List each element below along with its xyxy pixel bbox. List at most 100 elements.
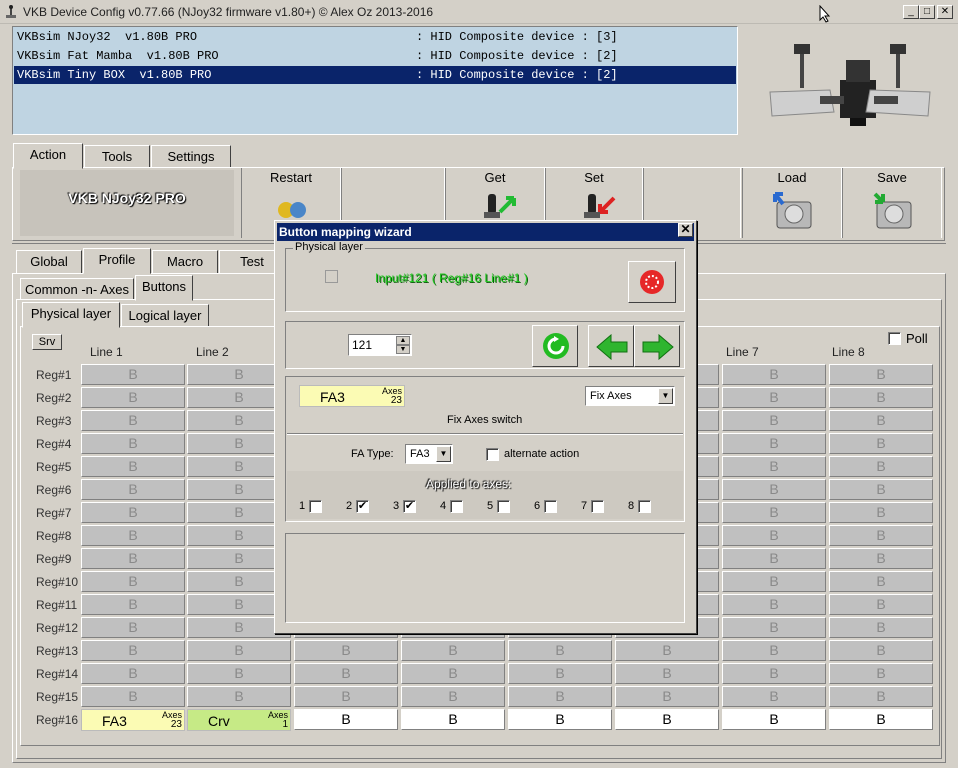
- device-row[interactable]: VKBsim NJoy32 v1.80B PRO: HID Composite …: [14, 28, 736, 46]
- button-cell[interactable]: B: [829, 548, 933, 569]
- input-number-spinner[interactable]: 121 ▲ ▼: [348, 334, 412, 356]
- device-row-selected[interactable]: VKBsim Tiny BOX v1.80B PRO: HID Composit…: [14, 66, 736, 84]
- chevron-down-icon[interactable]: ▼: [658, 388, 673, 404]
- button-cell[interactable]: B: [81, 433, 185, 454]
- tab-macro[interactable]: Macro: [152, 250, 218, 274]
- button-cell[interactable]: B: [829, 387, 933, 408]
- poll-checkbox[interactable]: [888, 332, 901, 345]
- axis-checkbox[interactable]: [450, 500, 463, 513]
- button-cell[interactable]: B: [829, 686, 933, 707]
- button-cell[interactable]: B: [81, 387, 185, 408]
- button-cell[interactable]: B: [722, 502, 826, 523]
- button-cell[interactable]: B: [722, 617, 826, 638]
- axis-checkbox[interactable]: [497, 500, 510, 513]
- button-cell[interactable]: B: [81, 479, 185, 500]
- button-cell[interactable]: B: [829, 525, 933, 546]
- button-cell[interactable]: B: [187, 640, 291, 661]
- button-cell[interactable]: B: [722, 410, 826, 431]
- button-cell[interactable]: B: [508, 686, 612, 707]
- button-cell[interactable]: B: [829, 640, 933, 661]
- function-select[interactable]: Fix Axes ▼: [585, 386, 675, 406]
- device-list[interactable]: VKBsim NJoy32 v1.80B PRO: HID Composite …: [12, 26, 738, 135]
- button-cell[interactable]: B: [722, 548, 826, 569]
- button-cell[interactable]: B: [81, 663, 185, 684]
- axis-checkbox[interactable]: [309, 500, 322, 513]
- physical-layer-checkbox[interactable]: [325, 270, 338, 283]
- button-cell[interactable]: B: [722, 663, 826, 684]
- axis-checkbox[interactable]: [544, 500, 557, 513]
- button-cell[interactable]: B: [829, 410, 933, 431]
- axis-checkbox[interactable]: [591, 500, 604, 513]
- button-cell[interactable]: B: [81, 617, 185, 638]
- save-button[interactable]: Save: [842, 168, 942, 238]
- tab-logical-layer[interactable]: Logical layer: [121, 304, 209, 328]
- button-cell[interactable]: B: [722, 594, 826, 615]
- button-cell[interactable]: B: [615, 640, 719, 661]
- button-cell[interactable]: B: [722, 433, 826, 454]
- tab-settings[interactable]: Settings: [151, 145, 231, 169]
- button-cell[interactable]: B: [508, 663, 612, 684]
- button-cell[interactable]: B: [829, 502, 933, 523]
- button-cell[interactable]: B: [829, 479, 933, 500]
- button-cell[interactable]: B: [81, 640, 185, 661]
- button-cell[interactable]: B: [722, 686, 826, 707]
- tab-buttons[interactable]: Buttons: [135, 275, 193, 301]
- axis-checkbox[interactable]: ✔: [403, 500, 416, 513]
- button-cell[interactable]: B: [294, 663, 398, 684]
- button-cell[interactable]: B: [401, 640, 505, 661]
- load-button[interactable]: Load: [742, 168, 842, 238]
- dialog-close-button[interactable]: ✕: [678, 223, 693, 237]
- button-cell[interactable]: B: [829, 709, 933, 730]
- button-cell[interactable]: B: [81, 571, 185, 592]
- button-cell[interactable]: B: [81, 502, 185, 523]
- alternate-action-checkbox[interactable]: [486, 448, 499, 461]
- button-cell[interactable]: B: [81, 548, 185, 569]
- button-cell[interactable]: B: [81, 364, 185, 385]
- maximize-button[interactable]: □: [919, 5, 935, 19]
- button-cell[interactable]: B: [615, 686, 719, 707]
- tab-tools[interactable]: Tools: [84, 145, 150, 169]
- button-cell[interactable]: B: [722, 364, 826, 385]
- cell-crv[interactable]: Crv Axes 1: [187, 709, 291, 731]
- button-cell[interactable]: B: [187, 663, 291, 684]
- button-cell[interactable]: B: [294, 709, 398, 730]
- button-cell[interactable]: B: [508, 709, 612, 730]
- button-cell[interactable]: B: [294, 686, 398, 707]
- minimize-button[interactable]: _: [903, 5, 919, 19]
- previous-button[interactable]: [588, 325, 634, 367]
- button-cell[interactable]: B: [615, 663, 719, 684]
- button-cell[interactable]: B: [829, 663, 933, 684]
- spinner-down-button[interactable]: ▼: [396, 345, 410, 354]
- srv-button[interactable]: Srv: [32, 334, 62, 350]
- refresh-button[interactable]: [532, 325, 578, 367]
- button-cell[interactable]: B: [722, 479, 826, 500]
- spinner-up-button[interactable]: ▲: [396, 336, 410, 345]
- button-cell[interactable]: B: [722, 571, 826, 592]
- tab-physical-layer[interactable]: Physical layer: [22, 302, 120, 328]
- button-cell[interactable]: B: [187, 686, 291, 707]
- button-cell[interactable]: B: [829, 617, 933, 638]
- button-cell[interactable]: B: [401, 686, 505, 707]
- tab-profile[interactable]: Profile: [83, 248, 151, 274]
- next-button[interactable]: [634, 325, 680, 367]
- axis-checkbox[interactable]: [638, 500, 651, 513]
- button-cell[interactable]: B: [829, 456, 933, 477]
- button-cell[interactable]: B: [829, 433, 933, 454]
- button-cell[interactable]: B: [81, 686, 185, 707]
- button-cell[interactable]: B: [722, 525, 826, 546]
- button-cell[interactable]: B: [81, 456, 185, 477]
- button-cell[interactable]: B: [722, 709, 826, 730]
- cell-fa3[interactable]: FA3 Axes 23: [81, 709, 185, 731]
- button-cell[interactable]: B: [81, 525, 185, 546]
- button-cell[interactable]: B: [722, 640, 826, 661]
- fa-type-select[interactable]: FA3 ▼: [405, 444, 453, 464]
- close-button[interactable]: ✕: [937, 5, 953, 19]
- button-cell[interactable]: B: [615, 709, 719, 730]
- axis-checkbox[interactable]: ✔: [356, 500, 369, 513]
- device-row[interactable]: VKBsim Fat Mamba v1.80B PRO: HID Composi…: [14, 47, 736, 65]
- button-cell[interactable]: B: [401, 663, 505, 684]
- button-cell[interactable]: B: [401, 709, 505, 730]
- button-cell[interactable]: B: [722, 456, 826, 477]
- button-cell[interactable]: B: [508, 640, 612, 661]
- button-cell[interactable]: B: [294, 640, 398, 661]
